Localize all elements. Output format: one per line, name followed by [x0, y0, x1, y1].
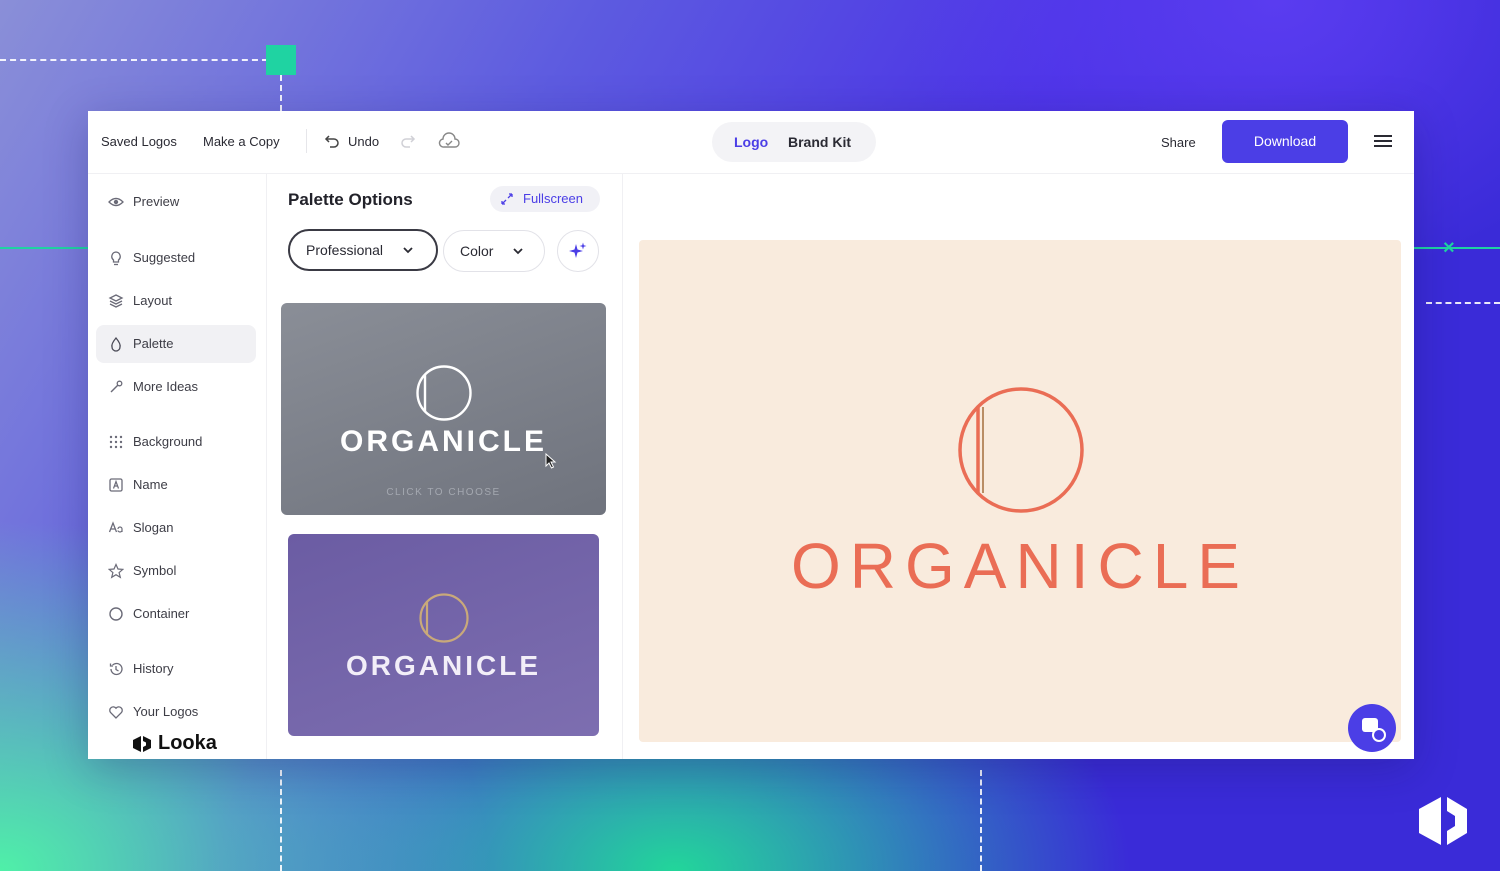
sidebar-item-background[interactable]: Background [96, 423, 256, 461]
cloud-save-icon[interactable] [438, 132, 460, 153]
sidebar-item-symbol[interactable]: Symbol [96, 552, 256, 590]
decor-dashed-line [280, 75, 282, 111]
decor-square [266, 45, 296, 75]
sidebar-item-your-logos[interactable]: Your Logos [96, 693, 256, 731]
looka-logo-icon [1415, 795, 1471, 847]
sidebar-item-label: Suggested [133, 250, 196, 265]
looka-mark-icon [132, 735, 152, 758]
circle-icon [108, 606, 124, 622]
drop-icon [108, 336, 124, 352]
decor-dashed-line [0, 59, 268, 61]
sidebar-item-label: Preview [133, 194, 180, 209]
fullscreen-label: Fullscreen [523, 191, 583, 206]
sidebar-item-layout[interactable]: Layout [96, 282, 256, 320]
view-toggle: Logo Brand Kit [712, 122, 876, 162]
chevron-down-icon [512, 244, 524, 260]
chat-icon [1360, 716, 1386, 747]
sidebar-item-history[interactable]: History [96, 650, 256, 688]
sidebar-item-slogan[interactable]: Slogan [96, 509, 256, 547]
chevron-down-icon [402, 243, 414, 259]
sparkle-icon [568, 241, 588, 264]
sidebar-item-palette[interactable]: Palette [96, 325, 256, 363]
undo-icon[interactable] [324, 133, 340, 152]
layers-icon [108, 293, 124, 309]
menu-icon[interactable] [1374, 133, 1392, 152]
palette-panel: Palette Options Fullscreen Professional … [267, 173, 623, 759]
color-select-value: Color [460, 243, 494, 259]
undo-button[interactable]: Undo [348, 134, 379, 149]
logo-symbol-icon [958, 387, 1084, 513]
decor-dashed-line [980, 770, 982, 871]
logo-wordmark: ORGANICLE [791, 530, 1249, 602]
sidebar-item-label: Layout [133, 293, 173, 308]
sidebar-item-label: Symbol [133, 563, 177, 578]
expand-icon [501, 192, 513, 210]
logo-wordmark: ORGANICLE [340, 425, 547, 458]
divider [306, 129, 307, 153]
sidebar-item-label: Container [133, 606, 190, 621]
sidebar-item-label: Name [133, 477, 168, 492]
app-window: Saved Logos Make a Copy Undo Logo Brand … [88, 111, 1414, 759]
saved-logos-link[interactable]: Saved Logos [101, 134, 177, 149]
toolbar: Saved Logos Make a Copy Undo Logo Brand … [88, 111, 1414, 174]
heart-icon [108, 704, 124, 720]
redo-icon[interactable] [400, 133, 416, 152]
decor-cross-icon: × [1443, 237, 1455, 259]
chat-support-button[interactable] [1348, 704, 1396, 752]
make-copy-link[interactable]: Make a Copy [203, 134, 280, 149]
sidebar-item-label: Slogan [133, 520, 174, 535]
download-button[interactable]: Download [1222, 120, 1348, 163]
panel-title: Palette Options [288, 190, 413, 209]
sidebar-item-label: Palette [133, 336, 174, 351]
logo-wordmark: ORGANICLE [346, 650, 541, 681]
sidebar-item-container[interactable]: Container [96, 595, 256, 633]
sidebar-item-label: More Ideas [133, 379, 199, 394]
cursor-icon [545, 452, 557, 474]
sidebar: Preview Suggested Layout Palette More Id… [88, 173, 267, 759]
star-icon [107, 563, 125, 579]
logo-preview-canvas: ORGANICLE [639, 240, 1401, 752]
decor-line [0, 247, 90, 249]
logo-symbol-icon [416, 365, 472, 421]
sidebar-item-more-ideas[interactable]: More Ideas [96, 368, 256, 406]
style-select[interactable]: Professional [288, 229, 438, 271]
sidebar-item-label: History [133, 661, 174, 676]
decor-dashed-line [1426, 302, 1500, 304]
decor-line [1414, 247, 1500, 249]
tab-brand-kit[interactable]: Brand Kit [788, 134, 851, 150]
sidebar-item-label: Background [133, 434, 203, 449]
history-icon [108, 661, 124, 677]
decor-dashed-line [280, 770, 282, 871]
ai-generate-button[interactable] [557, 230, 599, 272]
palette-option-card[interactable]: ORGANICLE [288, 534, 599, 736]
text-box-icon [108, 477, 124, 493]
fullscreen-button[interactable]: Fullscreen [490, 186, 600, 212]
sidebar-item-label: Your Logos [133, 704, 199, 719]
color-select[interactable]: Color [443, 230, 545, 272]
text-style-icon [108, 520, 124, 536]
eye-icon [108, 194, 124, 210]
tab-logo[interactable]: Logo [734, 134, 768, 150]
sidebar-item-suggested[interactable]: Suggested [96, 239, 256, 277]
magic-wand-icon [108, 379, 124, 395]
share-button[interactable]: Share [1161, 135, 1196, 150]
sidebar-item-name[interactable]: Name [96, 466, 256, 504]
sidebar-item-preview[interactable]: Preview [96, 183, 256, 221]
grid-dots-icon [108, 434, 124, 450]
brand-name: Looka [158, 732, 217, 754]
bulb-icon [108, 250, 124, 266]
style-select-value: Professional [306, 242, 384, 258]
palette-option-card[interactable]: ORGANICLE CLICK TO CHOOSE [281, 303, 606, 515]
click-to-choose-hint: CLICK TO CHOOSE [386, 487, 501, 498]
logo-symbol-icon [419, 593, 469, 643]
